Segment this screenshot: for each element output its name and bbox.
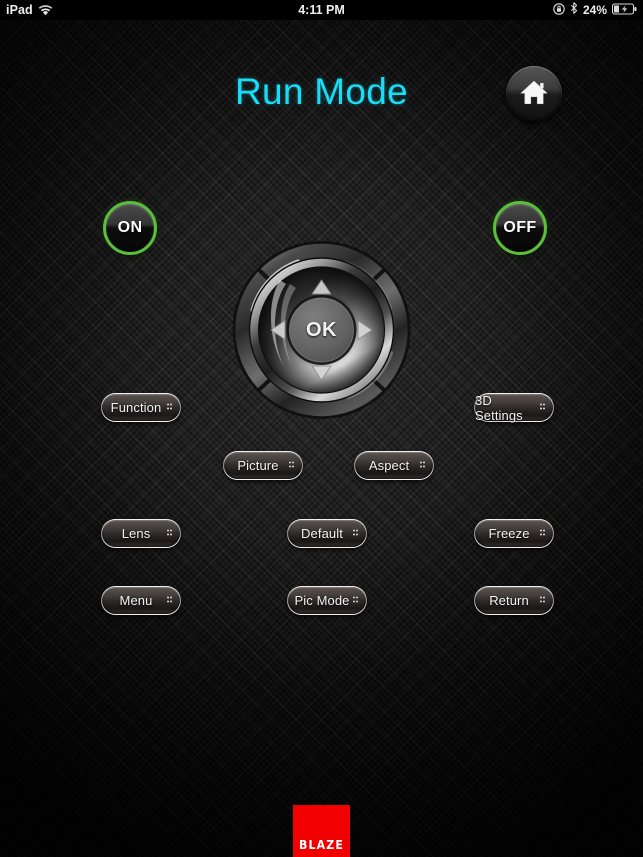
wifi-icon [38,4,53,16]
button-return[interactable]: Return [474,586,554,615]
button-label: Freeze [488,526,530,541]
button-label: Pic Mode [294,593,350,608]
navigation-dpad[interactable]: OK [228,240,415,420]
bluetooth-icon [570,2,578,18]
button-picture[interactable]: Picture [223,451,303,480]
grip-dots-icon [167,529,172,538]
button-face: Return [475,587,553,614]
status-bar-clock: 4:11 PM [298,3,345,17]
app-root: iPad 4:11 PM 24% Run Mode ON OFF OK Func… [0,0,643,857]
rotation-lock-icon [553,2,565,18]
battery-charging-icon [611,2,637,18]
ios-status-bar: iPad 4:11 PM 24% [0,0,643,20]
button-label: Lens [121,526,151,541]
grip-dots-icon [353,529,358,538]
button-face: Default [288,520,366,547]
button-lens[interactable]: Lens [101,519,181,548]
button-label: Default [301,526,343,541]
status-bar-left: iPad [6,3,53,17]
button-label: Return [489,593,529,608]
grip-dots-icon [540,403,545,412]
button-label: Function [110,400,162,415]
home-icon [519,78,549,111]
button-face: Freeze [475,520,553,547]
button-face: Function [102,394,180,421]
power-on-label: ON [117,219,143,236]
blaze-logo: BLAZE [293,805,350,857]
grip-dots-icon [353,596,358,605]
power-off-label: OFF [503,219,537,236]
button-face: Aspect [355,452,433,479]
status-bar-right: 24% [553,2,637,18]
blaze-logo-text: BLAZE [299,838,344,853]
button-pic-mode[interactable]: Pic Mode [287,586,367,615]
button-freeze[interactable]: Freeze [474,519,554,548]
power-off-button[interactable]: OFF [493,201,547,255]
grip-dots-icon [167,403,172,412]
button-function[interactable]: Function [101,393,181,422]
grip-dots-icon [167,596,172,605]
grip-dots-icon [540,529,545,538]
button-3d-settings[interactable]: 3D Settings [474,393,554,423]
home-button[interactable] [506,66,562,122]
button-face: Menu [102,587,180,614]
grip-dots-icon [420,461,425,470]
button-label: Aspect [368,458,410,473]
power-on-button[interactable]: ON [103,201,157,255]
device-name-label: iPad [6,3,33,17]
background-vignette [0,0,643,857]
battery-percent-label: 24% [582,3,607,17]
grip-dots-icon [540,596,545,605]
button-face: Pic Mode [288,587,366,614]
button-default[interactable]: Default [287,519,367,548]
button-face: Picture [224,452,302,479]
button-menu[interactable]: Menu [101,586,181,615]
grip-dots-icon [289,461,294,470]
button-label: Picture [237,458,279,473]
button-face: Lens [102,520,180,547]
button-face: 3D Settings [475,393,553,423]
button-label: Menu [119,593,153,608]
button-aspect[interactable]: Aspect [354,451,434,480]
